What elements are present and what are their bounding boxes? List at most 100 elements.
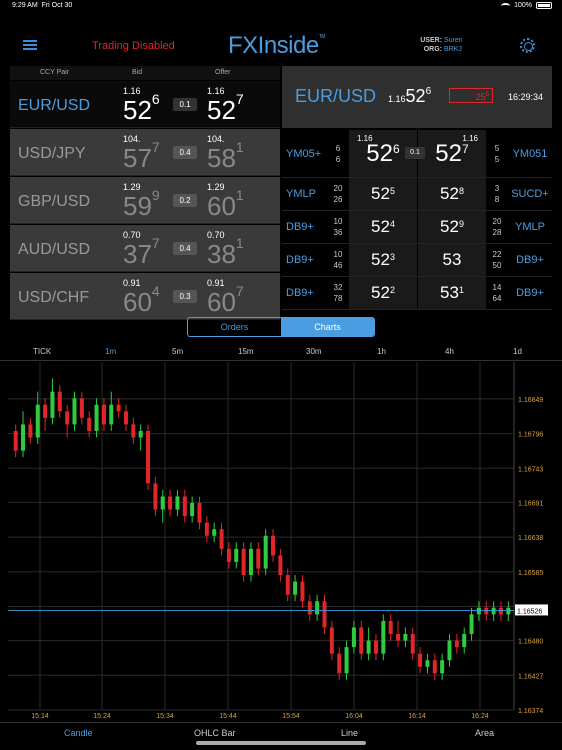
candle-body: [175, 496, 180, 510]
ladder-row[interactable]: YM05+ 6 6 1.16 52 6 1.16 52 7 5 5 YM051 0.1: [282, 130, 552, 178]
timeframe-15m[interactable]: 15m: [238, 347, 254, 356]
depth-ladder: YM05+ 6 6 1.16 52 6 1.16 52 7 5 5 YM051 0.1 YMLP 20 26 5…: [282, 130, 552, 310]
bid-sizes: 10 46: [328, 244, 348, 276]
offer-price[interactable]: 0.70 381: [207, 230, 244, 270]
y-tick-label: 1.16849: [518, 397, 543, 404]
rate-row-eur-usd[interactable]: EUR/USD 1.16 526 0.1 1.16 527: [10, 81, 280, 128]
bid-price-main: 59: [123, 191, 152, 221]
chart-tab-area[interactable]: Area: [475, 728, 494, 738]
candle-body: [484, 607, 489, 615]
bid-provider: DB9+: [286, 287, 314, 299]
bid-size-2: 36: [333, 228, 343, 237]
timeframe-30m[interactable]: 30m: [306, 347, 322, 356]
rate-row-aud-usd[interactable]: AUD/USD 0.70 377 0.4 0.70 381: [10, 225, 280, 272]
candle-body: [491, 607, 496, 615]
ladder-offer-price[interactable]: 53 1: [418, 277, 486, 309]
candle-body: [197, 503, 202, 523]
bid-price-sup: 7: [151, 235, 160, 251]
offer-price-sup: 7: [235, 91, 244, 107]
timeframe-1d[interactable]: 1d: [513, 347, 522, 356]
rate-pair: USD/JPY: [18, 145, 86, 162]
user-info: USER: Suren ORG: BRKJ: [420, 36, 466, 54]
candle-body: [322, 601, 327, 628]
candle-body: [65, 411, 70, 425]
ladder-row[interactable]: DB9+ 10 46 52 3 53 22 50 DB9+: [282, 244, 552, 277]
price-chart[interactable]: 1.16849 1.16796 1.16743 1.16691 1.16638 1.165…: [0, 362, 562, 722]
battery-icon: [536, 2, 552, 9]
tab-charts[interactable]: Charts: [281, 318, 374, 336]
ladder-bid-price[interactable]: 52 2: [349, 277, 417, 309]
candle-body: [300, 581, 305, 602]
ladder-row[interactable]: DB9+ 10 36 52 4 52 9 20 28 YMLP: [282, 211, 552, 244]
rate-pair: AUD/USD: [18, 241, 91, 258]
offer-price[interactable]: 1.29 601: [207, 182, 244, 222]
ladder-offer-sup: 8: [458, 186, 464, 196]
candle-body: [35, 404, 40, 438]
rate-row-gbp-usd[interactable]: GBP/USD 1.29 599 0.2 1.29 601: [10, 177, 280, 224]
chart-tab-ohlc-bar[interactable]: OHLC Bar: [194, 728, 236, 738]
candle-body: [226, 548, 231, 562]
bid-sizes: 20 26: [328, 178, 348, 210]
timeframe-1h[interactable]: 1h: [377, 347, 386, 356]
ladder-offer-main: 52: [440, 184, 459, 203]
ladder-bid-price[interactable]: 52 4: [349, 211, 417, 243]
candle-body: [204, 522, 209, 536]
bid-price[interactable]: 0.91 604: [123, 278, 160, 318]
y-tick-label: 1.16374: [518, 708, 543, 715]
bid-provider: DB9+: [286, 221, 314, 233]
rate-spread: 0.3: [173, 290, 197, 303]
hamburger-menu-icon[interactable]: [23, 40, 37, 50]
bid-size-1: 10: [333, 250, 343, 259]
candle-body: [50, 391, 55, 418]
offer-price[interactable]: 104. 581: [207, 134, 244, 174]
col-ccy-pair: CCY Pair: [40, 69, 70, 76]
gear-icon[interactable]: [520, 38, 535, 53]
amount-sup: 5: [485, 92, 489, 98]
rate-row-usd-jpy[interactable]: USD/JPY 104. 577 0.4 104. 581: [10, 129, 280, 176]
offer-price-sup: 7: [235, 283, 244, 299]
ladder-bid-price[interactable]: 52 3: [349, 244, 417, 276]
offer-price[interactable]: 1.16 527: [207, 86, 244, 126]
bid-sizes: 10 36: [328, 211, 348, 243]
bid-price[interactable]: 1.16 526: [123, 86, 160, 126]
candle-body: [43, 404, 48, 418]
bid-price-pre: 1.29: [123, 182, 141, 192]
focus-rate-pre: 1.16: [388, 94, 406, 104]
ladder-offer-price[interactable]: 52 8: [418, 178, 486, 210]
offer-price[interactable]: 0.91 607: [207, 278, 244, 318]
rate-spread: 0.2: [173, 194, 197, 207]
timeframe-1m[interactable]: 1m: [105, 347, 116, 356]
timeframe-tick[interactable]: TICK: [33, 347, 51, 356]
bid-price[interactable]: 104. 577: [123, 134, 160, 174]
focus-pair-panel: EUR/USD 1.16526 255 16:29:34: [282, 66, 552, 128]
ladder-row[interactable]: DB9+ 32 78 52 2 53 1 14 64 DB9+: [282, 277, 552, 310]
offer-sizes: 14 64: [487, 277, 507, 309]
chart-tab-candle[interactable]: Candle: [64, 728, 93, 738]
tab-orders[interactable]: Orders: [188, 318, 281, 336]
chart-tab-line[interactable]: Line: [341, 728, 358, 738]
ladder-offer-price[interactable]: 1.16 52 7: [418, 130, 486, 177]
amount-input[interactable]: 255: [449, 88, 493, 103]
timeframe-4h[interactable]: 4h: [445, 347, 454, 356]
ladder-bid-main: 52: [371, 217, 390, 236]
ladder-row[interactable]: YMLP 20 26 52 5 52 8 3 8 SUCD+: [282, 178, 552, 211]
ladder-bid-sup: 2: [389, 285, 395, 295]
bid-size-1: 6: [335, 143, 341, 153]
offer-size-1: 5: [494, 143, 500, 153]
ladder-offer-price[interactable]: 53: [418, 244, 486, 276]
status-bar: 9:29 AM Fri Oct 30 100%: [0, 0, 562, 12]
candle-body: [212, 529, 217, 536]
ladder-offer-price[interactable]: 52 9: [418, 211, 486, 243]
candle-body: [79, 398, 84, 418]
rate-row-usd-chf[interactable]: USD/CHF 0.91 604 0.3 0.91 607: [10, 273, 280, 320]
bid-price[interactable]: 1.29 599: [123, 182, 160, 222]
offer-price-sup: 1: [235, 139, 244, 155]
candle-body: [498, 607, 503, 615]
ladder-bid-sup: 3: [389, 252, 395, 262]
candle-body: [160, 496, 165, 510]
candle-body: [263, 535, 268, 569]
ladder-bid-price[interactable]: 52 5: [349, 178, 417, 210]
bid-price[interactable]: 0.70 377: [123, 230, 160, 270]
timeframe-5m[interactable]: 5m: [172, 347, 183, 356]
bid-price-pre: 0.70: [123, 230, 141, 240]
